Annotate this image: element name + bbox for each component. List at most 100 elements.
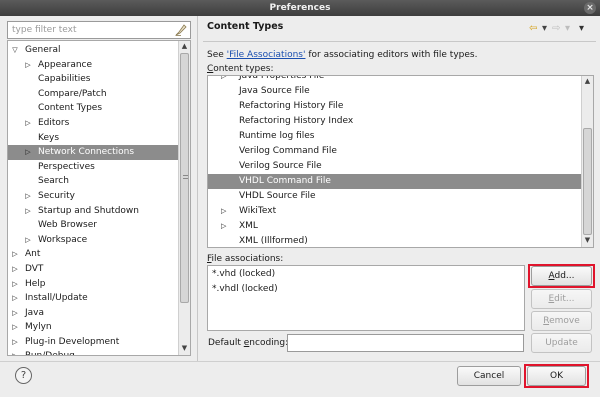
content-type-label: Runtime log files — [239, 131, 315, 141]
expand-toggle-icon[interactable]: ▷ — [221, 76, 226, 84]
expand-toggle-icon[interactable]: ▷ — [221, 219, 226, 234]
expand-toggle-icon[interactable]: ▷ — [23, 189, 33, 204]
tree-item-label: Run/Debug — [25, 349, 75, 355]
expand-toggle-icon[interactable]: ▷ — [10, 320, 20, 335]
window-titlebar: Preferences × — [0, 0, 600, 16]
content-type-item[interactable]: Verilog Source File — [208, 159, 581, 174]
page-title: Content Types — [207, 21, 284, 32]
expand-toggle-icon[interactable]: ▷ — [10, 291, 20, 306]
tree-item[interactable]: Perspectives — [8, 160, 179, 175]
help-icon[interactable]: ? — [15, 367, 32, 384]
tree-item[interactable]: ▷ Java — [8, 306, 179, 321]
file-association-item[interactable]: *.vhdl (locked) — [212, 284, 278, 294]
expand-toggle-icon[interactable]: ▷ — [23, 116, 33, 131]
tree-item[interactable]: ▽ General — [8, 43, 179, 58]
content-type-label: Java Properties File — [239, 75, 325, 81]
tree-scrollbar[interactable]: ▲ ▼ — [178, 41, 190, 355]
tree-item[interactable]: ▷ Security — [8, 189, 179, 204]
tree-item[interactable]: Keys — [8, 131, 179, 146]
tree-item[interactable]: Web Browser — [8, 218, 179, 233]
content-type-item[interactable]: XML (Illformed) — [208, 234, 581, 247]
tree-item[interactable]: ▷ DVT — [8, 262, 179, 277]
remove-button[interactable]: Remove — [531, 311, 592, 331]
content-types-scroll-down-icon[interactable]: ▼ — [582, 235, 593, 246]
tree-item[interactable]: ▷ Run/Debug — [8, 349, 179, 355]
tree-item[interactable]: Compare/Patch — [8, 87, 179, 102]
expand-toggle-icon[interactable]: ▷ — [10, 349, 20, 355]
tree-item-label: Editors — [38, 117, 70, 128]
tree-item[interactable]: ▷ Editors — [8, 116, 179, 131]
tree-item[interactable]: ▷ Startup and Shutdown — [8, 204, 179, 219]
back-menu-chevron-icon[interactable]: ▾ — [542, 23, 547, 35]
expand-toggle-icon[interactable]: ▷ — [10, 262, 20, 277]
back-arrow-icon[interactable]: ⇦ — [529, 23, 537, 35]
preferences-tree[interactable]: ▽ General ▷ Appearance Capabilities Compare/P… — [7, 40, 191, 356]
content-types-scroll-up-icon[interactable]: ▲ — [582, 76, 593, 87]
view-menu-icon[interactable]: ▾ — [579, 23, 584, 35]
expand-toggle-icon[interactable]: ▷ — [10, 277, 20, 292]
content-type-label: XML — [239, 221, 258, 231]
content-type-item[interactable]: Refactoring History Index — [208, 114, 581, 129]
tree-item[interactable]: ▷ Plug-in Development — [8, 335, 179, 350]
window-close-icon[interactable]: × — [584, 2, 596, 14]
content-type-item[interactable]: ▷ WikiText — [208, 204, 581, 219]
tree-item[interactable]: Content Types — [8, 101, 179, 116]
file-associations-link[interactable]: 'File Associations' — [227, 50, 306, 60]
expand-toggle-icon[interactable]: ▷ — [23, 145, 33, 160]
content-type-item[interactable]: VHDL Command File — [208, 174, 581, 189]
tree-item[interactable]: ▷ Network Connections — [8, 145, 179, 160]
tree-item[interactable]: ▷ Help — [8, 277, 179, 292]
content-type-item[interactable]: ▷ Java Properties File — [208, 75, 581, 84]
content-types-tree[interactable]: ▷ Java Properties File Java Source File Ref… — [207, 75, 594, 248]
tree-item[interactable]: Capabilities — [8, 72, 179, 87]
forward-menu-chevron-icon[interactable]: ▾ — [565, 23, 570, 35]
file-associations-list[interactable]: *.vhd (locked) *.vhdl (locked) — [207, 265, 525, 331]
file-association-item[interactable]: *.vhd (locked) — [212, 269, 275, 279]
expand-toggle-icon[interactable]: ▷ — [221, 204, 226, 219]
tree-item[interactable]: ▷ Workspace — [8, 233, 179, 248]
content-type-item[interactable]: ▷ XML — [208, 219, 581, 234]
tree-item[interactable]: ▷ Appearance — [8, 58, 179, 73]
tree-scroll-thumb[interactable] — [180, 53, 189, 303]
forward-arrow-icon[interactable]: ⇨ — [552, 23, 560, 35]
tree-item-label: Appearance — [38, 59, 93, 70]
remove-label: emove — [549, 316, 580, 326]
content-types-scrollbar[interactable]: ▲ ▼ — [581, 76, 593, 247]
tree-item[interactable]: Search — [8, 174, 179, 189]
file-associations-label: File associations: — [207, 254, 283, 264]
filter-input[interactable] — [8, 22, 168, 38]
content-type-item[interactable]: Runtime log files — [208, 129, 581, 144]
tree-item-label: Capabilities — [38, 74, 91, 85]
content-type-item[interactable]: Java Source File — [208, 84, 581, 99]
content-types-scroll-thumb[interactable] — [583, 128, 592, 235]
tree-item-label: Search — [38, 176, 69, 187]
collapse-toggle-icon[interactable]: ▽ — [10, 43, 20, 58]
expand-toggle-icon[interactable]: ▷ — [23, 204, 33, 219]
window-title: Preferences — [269, 3, 331, 13]
expand-toggle-icon[interactable]: ▷ — [10, 335, 20, 350]
content-type-item[interactable]: Refactoring History File — [208, 99, 581, 114]
tree-scroll-down-icon[interactable]: ▼ — [179, 343, 190, 354]
tree-item[interactable]: ▷ Mylyn — [8, 320, 179, 335]
add-button[interactable]: Add... — [531, 266, 592, 286]
tree-item[interactable]: ▷ Ant — [8, 247, 179, 262]
expand-toggle-icon[interactable]: ▷ — [23, 58, 33, 73]
clear-filter-icon[interactable] — [175, 24, 187, 36]
tree-item-label: Help — [25, 278, 46, 289]
expand-toggle-icon[interactable]: ▷ — [10, 247, 20, 262]
cancel-button[interactable]: Cancel — [457, 366, 521, 386]
default-encoding-input[interactable] — [287, 334, 524, 352]
update-button[interactable]: Update — [531, 333, 592, 353]
content-type-item[interactable]: Verilog Command File — [208, 144, 581, 159]
edit-button[interactable]: Edit... — [531, 289, 592, 309]
encoding-label: Default encoding: — [208, 338, 288, 348]
encoding-label-pre: Default — [208, 338, 244, 348]
ok-button[interactable]: OK — [527, 366, 586, 386]
tree-scroll-up-icon[interactable]: ▲ — [179, 41, 190, 52]
tree-item[interactable]: ▷ Install/Update — [8, 291, 179, 306]
expand-toggle-icon[interactable]: ▷ — [23, 233, 33, 248]
pane-sash[interactable] — [197, 16, 198, 361]
tree-item-label: Network Connections — [38, 147, 135, 158]
content-type-item[interactable]: VHDL Source File — [208, 189, 581, 204]
expand-toggle-icon[interactable]: ▷ — [10, 306, 20, 321]
